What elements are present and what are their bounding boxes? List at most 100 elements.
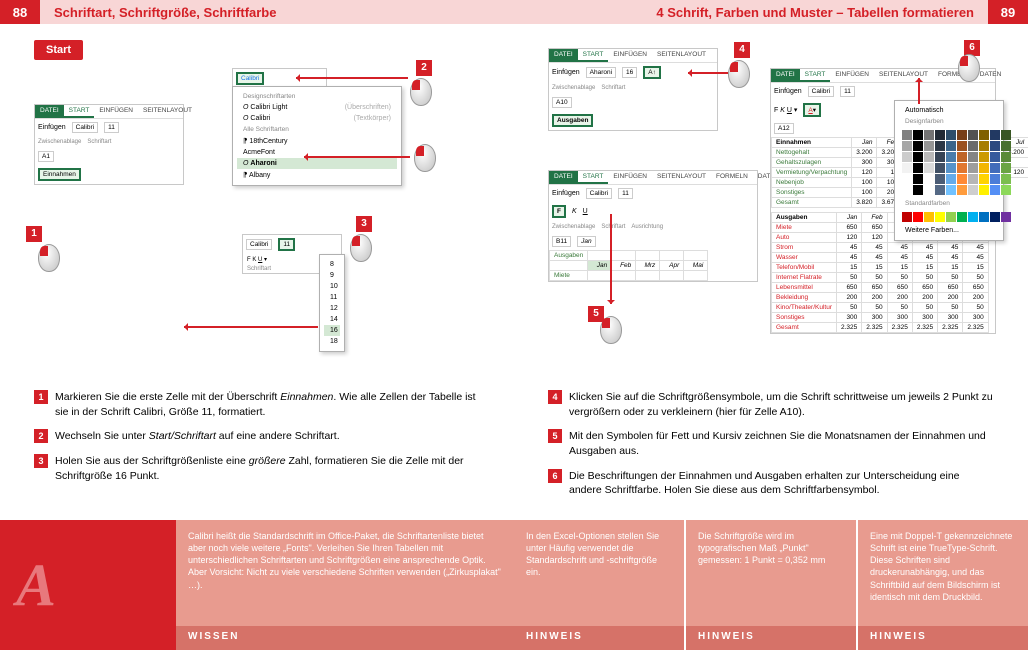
h2-text: Die Schriftgröße wird im typografischen …: [686, 520, 856, 626]
double-page-spread: 88 Schriftart, Schriftgröße, Schriftfarb…: [0, 0, 1028, 650]
ribbon-row: Einfügen Calibri 11: [35, 119, 183, 136]
std-colors-hdr: Standardfarben: [899, 198, 999, 209]
sz-11: 11: [278, 238, 295, 251]
sz-row: Calibri 11: [243, 235, 341, 254]
s8: 8: [324, 259, 340, 270]
step-text: Mit den Symbolen für Fett und Kursiv zei…: [569, 429, 994, 458]
grp-font: Schriftart: [87, 139, 111, 145]
name-box-row: A1: [35, 148, 183, 165]
footer-right: In den Excel-Optionen stellen Sie unter …: [514, 520, 1028, 650]
step-text: Die Beschriftungen der Einnahmen und Aus…: [569, 469, 994, 498]
fcol-h2: Die Schriftgröße wird im typografischen …: [684, 520, 856, 650]
fcol-h1: In den Excel-Optionen stellen Sie unter …: [514, 520, 684, 650]
arrow-3: [184, 326, 318, 328]
tab-insert: EINFÜGEN: [94, 105, 138, 118]
grp-clip: Zwischenablage: [38, 139, 81, 145]
footer-cols-right: In den Excel-Optionen stellen Sie unter …: [514, 520, 1028, 650]
dd-18th: ⁋ 18thCentury: [237, 135, 397, 147]
h2-label: HINWEIS: [686, 626, 856, 650]
sz-font: Calibri: [246, 239, 272, 250]
page-number-left: 88: [0, 5, 40, 20]
italic-icon: K: [572, 208, 577, 215]
std-palette: [899, 209, 999, 225]
mouse-icon: [350, 234, 374, 264]
step-num: 2: [34, 429, 48, 443]
footer-cols-left: Calibri heißt die Standardschrift im Off…: [176, 520, 514, 650]
ribbon-groups: Zwischenablage Schriftart: [35, 136, 183, 148]
tab-start: START: [64, 105, 95, 118]
step-num: 4: [548, 390, 562, 404]
dd-albany: ⁋ Albany: [237, 169, 397, 181]
step-num: 3: [34, 454, 48, 468]
footer-letter-block: A: [0, 520, 176, 650]
auto-color: Automatisch: [899, 105, 999, 116]
callout-3: 3: [356, 216, 372, 232]
grow-font-icon: A↑: [643, 66, 661, 79]
arrow-2a: [296, 77, 408, 79]
cell-row: Einnahmen: [35, 165, 183, 184]
arrow-4: [688, 72, 728, 74]
header-right: 4 Schrift, Farben und Muster – Tabellen …: [514, 0, 1028, 24]
tabs4: DATEI START EINFÜGEN SEITENLAYOUT: [549, 49, 717, 63]
step-text: Markieren Sie die erste Zelle mit der Üb…: [55, 390, 480, 419]
s10: 10: [324, 281, 340, 292]
page-left: 88 Schriftart, Schriftgröße, Schriftfarb…: [0, 0, 514, 650]
tab-file: DATEI: [35, 105, 64, 118]
step-text: Wechseln Sie unter Start/Schriftart auf …: [55, 429, 480, 444]
start-badge: Start: [34, 40, 83, 60]
ribbon-tabs: DATEI START EINFÜGEN SEITENLAYOUT: [35, 105, 183, 119]
header-left: 88 Schriftart, Schriftgröße, Schriftfarb…: [0, 0, 514, 24]
excel-shot-4: DATEI START EINFÜGEN SEITENLAYOUT Einfüg…: [548, 48, 718, 131]
mouse-icon: [410, 78, 434, 108]
s11: 11: [324, 292, 340, 303]
cell-einnahmen: Einnahmen: [38, 168, 81, 181]
months-table: Ausgaben JanFebMrzAprMai Miete: [549, 250, 708, 281]
excel-shot-1: DATEI START EINFÜGEN SEITENLAYOUT Einfüg…: [34, 104, 184, 185]
callout-2: 2: [416, 60, 432, 76]
more-colors: Weitere Farben...: [899, 225, 999, 236]
mouse-icon: [958, 54, 982, 84]
name-cell: A1: [38, 151, 54, 162]
header-title-right: 4 Schrift, Farben und Muster – Tabellen …: [514, 5, 988, 20]
font-color-icon: A▾: [803, 103, 821, 117]
callout-1: 1: [26, 226, 42, 242]
s9: 9: [324, 270, 340, 281]
size-box: 11: [104, 122, 119, 133]
bold-icon: F: [552, 205, 566, 218]
h3-label: HINWEIS: [858, 626, 1028, 650]
wissen-label: WISSEN: [176, 626, 514, 650]
arrow-5: [610, 214, 612, 304]
color-dropdown: Automatisch Designfarben Standardfarben …: [894, 100, 1004, 241]
screenshots-left: DATEI START EINFÜGEN SEITENLAYOUT Einfüg…: [34, 68, 480, 378]
steps-right: 4Klicken Sie auf die Schriftgrößensymbol…: [548, 390, 994, 498]
footer-A: A: [16, 551, 56, 620]
step-num: 1: [34, 390, 48, 404]
dd-aharoni: O Aharoni: [237, 158, 397, 169]
arrow-2b: [304, 156, 410, 158]
wissen-text: Calibri heißt die Standardschrift im Off…: [176, 520, 514, 626]
font-input: Calibri: [236, 72, 264, 85]
h3-text: Eine mit Doppel-T gekennzeichnete Schrif…: [858, 520, 1028, 626]
fcol-wissen: Calibri heißt die Standardschrift im Off…: [176, 520, 514, 650]
s14: 14: [324, 314, 340, 325]
footer-left: A Calibri heißt die Standardschrift im O…: [0, 520, 514, 650]
page-right: 4 Schrift, Farben und Muster – Tabellen …: [514, 0, 1028, 650]
dd-calibri-light: O Calibri Light (Überschriften): [237, 102, 397, 113]
s16: 16: [324, 325, 340, 336]
s12: 12: [324, 303, 340, 314]
screenshots-right: DATEI START EINFÜGEN SEITENLAYOUT Einfüg…: [548, 48, 994, 378]
font-box: Calibri: [72, 122, 98, 133]
color-palette: [899, 127, 999, 198]
paste-btn: Einfügen: [38, 124, 66, 131]
callout-4: 4: [734, 42, 750, 58]
dd-calibri: O Calibri (Textkörper): [237, 113, 397, 124]
tabs5: DATEI START EINFÜGEN SEITENLAYOUT FORMEL…: [549, 171, 757, 185]
arrow-6: [918, 78, 920, 104]
tab-layout: SEITENLAYOUT: [138, 105, 197, 118]
content-right: DATEI START EINFÜGEN SEITENLAYOUT Einfüg…: [514, 24, 1028, 520]
page-number-right: 89: [988, 5, 1028, 20]
dd-hdr-all: Alle Schriftarten: [237, 124, 397, 135]
size-dropdown: 8 9 10 11 12 14 16 18: [319, 254, 345, 352]
step-text: Holen Sie aus der Schriftgrößenliste ein…: [55, 454, 480, 483]
h1-label: HINWEIS: [514, 626, 684, 650]
